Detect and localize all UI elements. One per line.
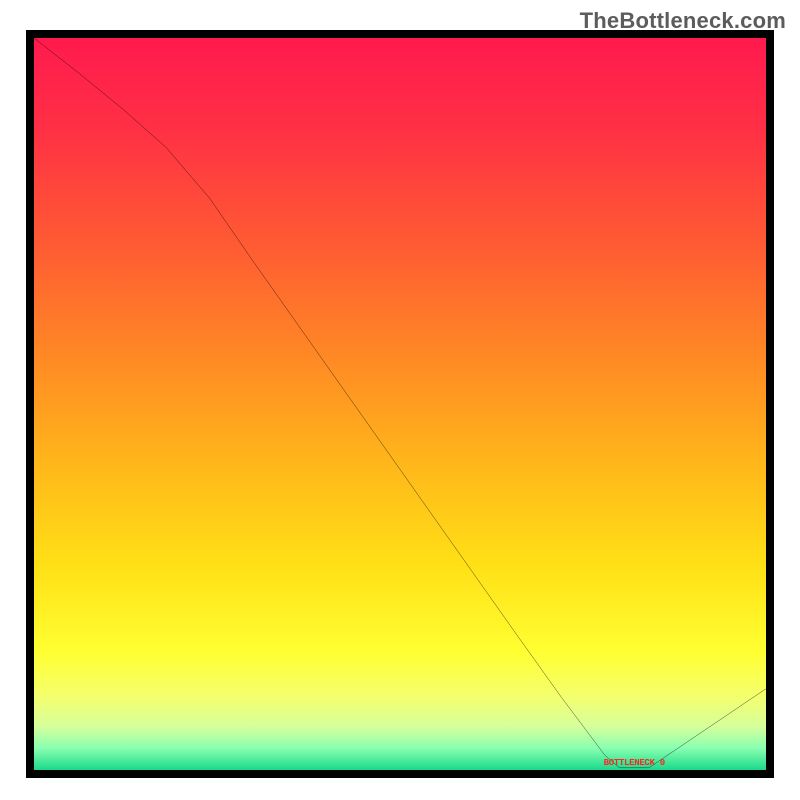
plot-frame: BOTTLENECK 0 <box>26 30 774 778</box>
watermark-text: TheBottleneck.com <box>580 8 786 34</box>
curve-line <box>34 38 766 770</box>
curve-polyline <box>34 38 766 768</box>
chart-stage: TheBottleneck.com BOTTLENECK 0 <box>0 0 800 800</box>
plot-area: BOTTLENECK 0 <box>34 38 766 770</box>
min-marker-label: BOTTLENECK 0 <box>604 758 665 768</box>
